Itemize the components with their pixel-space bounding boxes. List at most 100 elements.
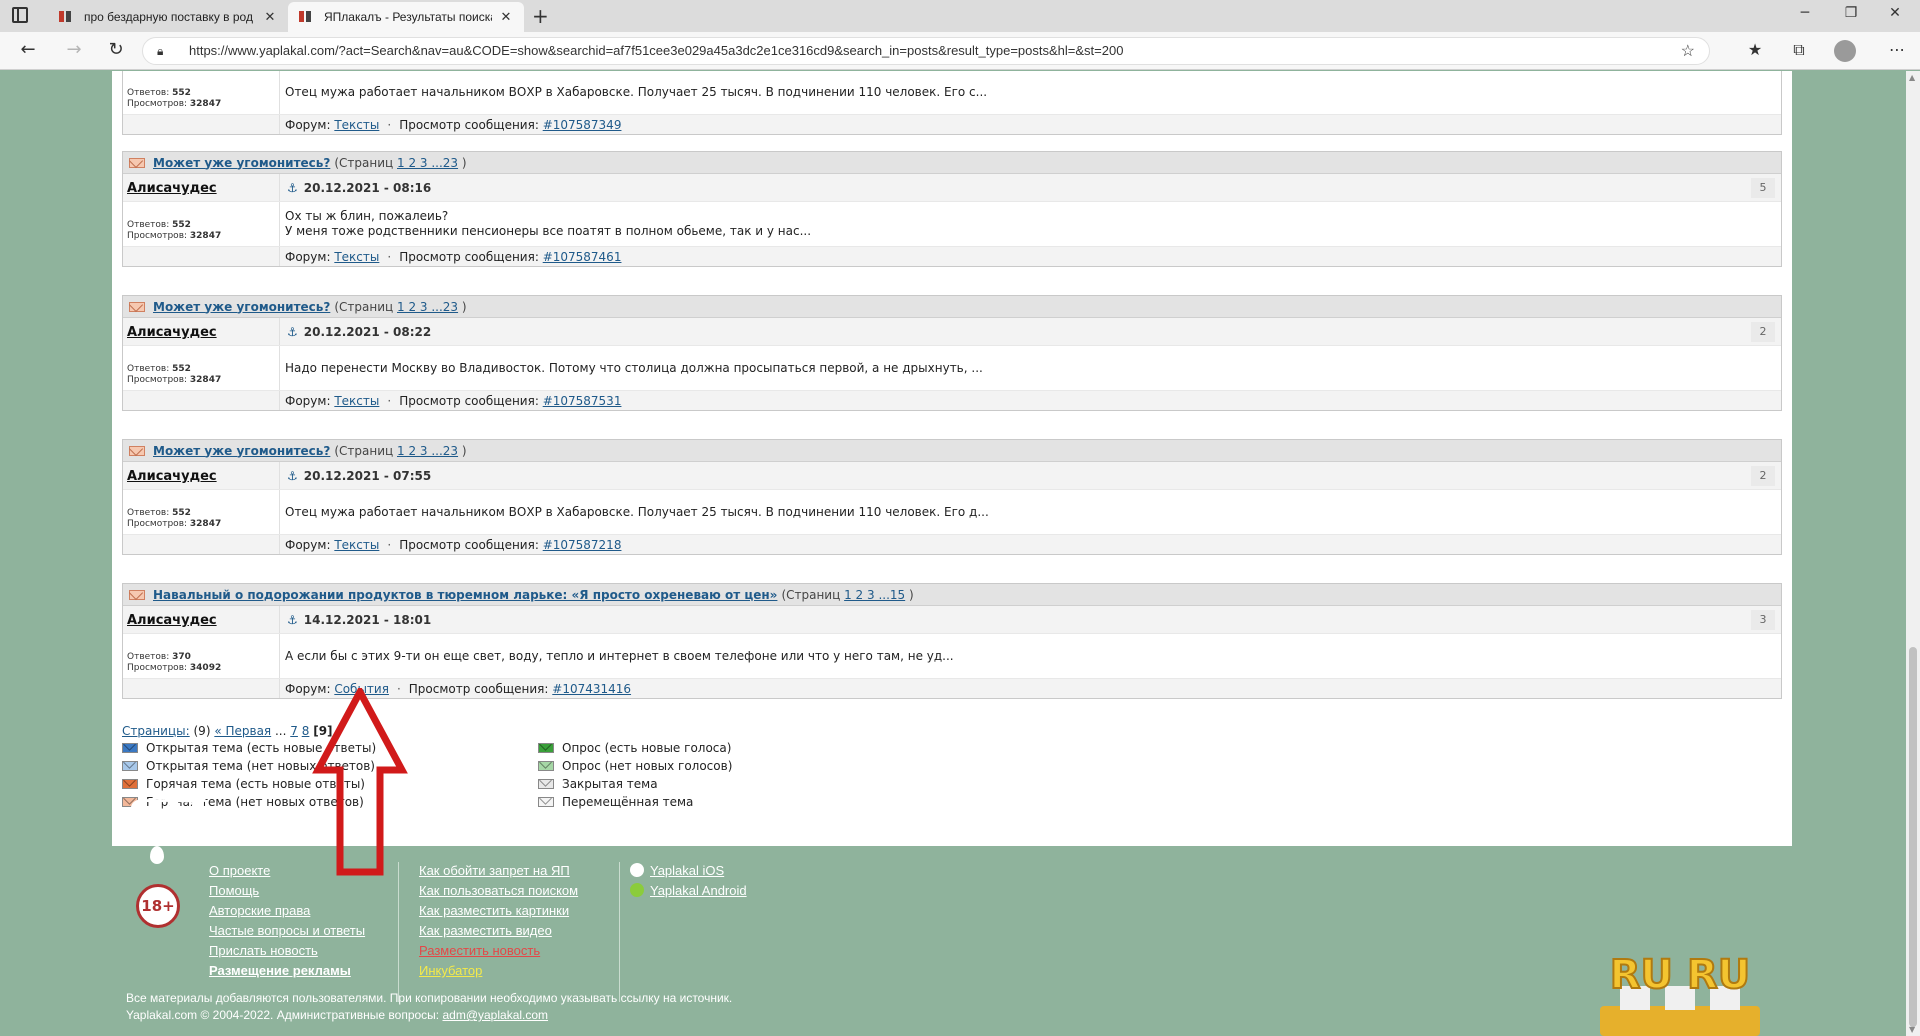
collections-icon[interactable]: ⧉ (1786, 40, 1812, 60)
lock-icon[interactable]: 🔒︎ (157, 44, 163, 59)
tab-bar: про бездарную поставку в род ✕ ЯПлакалъ … (0, 0, 1920, 32)
address-bar[interactable]: 🔒︎ https://www.yaplakal.com/?act=Search&… (142, 37, 1710, 65)
topic-pages-link[interactable]: 1 2 3 ...23 (397, 156, 458, 170)
scroll-up-icon[interactable]: ▲ (1909, 73, 1915, 82)
ruru-logo[interactable]: RU RU (1590, 930, 1770, 1036)
hot-topic-icon (129, 445, 145, 456)
footer-link[interactable]: Помощь (209, 881, 365, 901)
android-app-link[interactable]: Yaplakal Android (630, 881, 747, 901)
page-7-link[interactable]: 7 (290, 724, 298, 738)
post-number: 5 (1751, 178, 1775, 198)
anchor-icon[interactable]: ⚓︎ (287, 181, 298, 195)
back-icon[interactable]: ← (16, 40, 40, 60)
age-18-badge: 18+ (136, 884, 180, 928)
new-tab-button[interactable]: + (532, 4, 549, 28)
footer-link[interactable]: Как разместить видео (419, 921, 578, 941)
footer-col-help: Как обойти запрет на ЯП Как пользоваться… (419, 861, 578, 981)
first-page-link[interactable]: « Первая (214, 724, 271, 738)
anchor-icon[interactable]: ⚓︎ (287, 325, 298, 339)
refresh-icon[interactable]: ↻ (104, 40, 128, 60)
topic-pages-link[interactable]: 1 2 3 ...23 (397, 444, 458, 458)
close-window-icon[interactable]: ✕ (1880, 5, 1910, 21)
close-tab-icon[interactable]: ✕ (262, 9, 278, 25)
url-text[interactable]: https://www.yaplakal.com/?act=Search&nav… (189, 43, 1123, 58)
anchor-icon[interactable]: ⚓︎ (287, 613, 298, 627)
post-header-row: Алисачудес ⚓︎ 14.12.2021 - 18:01 3 (123, 606, 1781, 634)
vertical-scrollbar[interactable]: ▲ ▼ (1906, 71, 1920, 1036)
post-body-row: Ответов: 552 Просмотров: 32847 Отец мужа… (123, 71, 1781, 114)
footer-link[interactable]: Как обойти запрет на ЯП (419, 861, 578, 881)
message-link[interactable]: #107587349 (543, 118, 622, 132)
author-stats: Ответов: 552 Просмотров: 32847 (127, 508, 222, 529)
forum-link[interactable]: Тексты (334, 118, 379, 132)
close-tab-icon[interactable]: ✕ (498, 9, 514, 25)
message-link[interactable]: #107431416 (552, 682, 631, 696)
post-topic-row: Может уже угомонитесь? (Страниц 1 2 3 ..… (123, 440, 1781, 462)
post-card: Навальный о подорожании продуктов в тюре… (122, 583, 1782, 699)
forward-icon[interactable]: → (62, 40, 86, 60)
footer-link[interactable]: Прислать новость (209, 941, 365, 961)
footer-link[interactable]: Авторские права (209, 901, 365, 921)
footer-link[interactable]: О проекте (209, 861, 365, 881)
topic-link[interactable]: Может уже угомонитесь? (153, 156, 330, 170)
pages-label[interactable]: Страницы: (122, 724, 190, 738)
post-body-row: Ответов: 552 Просмотров: 32847 Отец мужа… (123, 490, 1781, 534)
topic-link[interactable]: Может уже угомонитесь? (153, 300, 330, 314)
workspaces-icon[interactable] (12, 7, 28, 23)
tab-title: про бездарную поставку в род (84, 10, 253, 24)
add-favorite-icon[interactable]: ☆ (1681, 41, 1695, 61)
forum-link[interactable]: Тексты (334, 394, 379, 408)
message-link[interactable]: #107587531 (543, 394, 622, 408)
hot-topic-icon (129, 301, 145, 312)
post-card: Может уже угомонитесь? (Страниц 1 2 3 ..… (122, 151, 1782, 267)
scroll-thumb[interactable] (1909, 647, 1917, 1027)
footer-link[interactable]: Частые вопросы и ответы (209, 921, 365, 941)
post-topic-row: Навальный о подорожании продуктов в тюре… (123, 584, 1781, 606)
pagination: Страницы: (9) « Первая ... 7 8 [9] (122, 724, 333, 738)
tab-title: ЯПлакалъ - Результаты поиска (324, 10, 492, 24)
post-card: Может уже угомонитесь? (Страниц 1 2 3 ..… (122, 439, 1782, 555)
post-number: 2 (1751, 322, 1775, 342)
post-card: Ответов: 552 Просмотров: 32847 Отец мужа… (122, 71, 1782, 135)
scroll-down-icon[interactable]: ▼ (1909, 1025, 1915, 1034)
post-header-row: Алисачудес ⚓︎ 20.12.2021 - 08:16 5 (123, 174, 1781, 202)
post-card: Может уже угомонитесь? (Страниц 1 2 3 ..… (122, 295, 1782, 411)
author-stats: Ответов: 552 Просмотров: 32847 (127, 220, 222, 241)
author-link[interactable]: Алисачудес (127, 181, 217, 196)
author-link[interactable]: Алисачудес (127, 469, 217, 484)
footer-link[interactable]: Размещение рекламы (209, 961, 365, 981)
admin-email-link[interactable]: adm@yaplakal.com (442, 1008, 548, 1022)
ios-app-link[interactable]: Yaplakal iOS (630, 861, 747, 881)
favorites-icon[interactable]: ★ (1742, 40, 1768, 59)
closed-topic-icon (538, 779, 554, 789)
message-link[interactable]: #107587218 (543, 538, 622, 552)
minimize-icon[interactable]: ─ (1790, 5, 1820, 21)
forum-link[interactable]: Тексты (334, 538, 379, 552)
forum-link[interactable]: Тексты (334, 250, 379, 264)
topic-link[interactable]: Навальный о подорожании продуктов в тюре… (153, 588, 777, 602)
menu-icon[interactable]: ⋯ (1884, 40, 1910, 59)
message-link[interactable]: #107587461 (543, 250, 622, 264)
author-link[interactable]: Алисачудес (127, 613, 217, 628)
topic-pages-link[interactable]: 1 2 3 ...15 (844, 588, 905, 602)
tab-previous[interactable]: про бездарную поставку в род ✕ (48, 2, 288, 32)
author-link[interactable]: Алисачудес (127, 325, 217, 340)
incubator-link[interactable]: Инкубатор (419, 961, 578, 981)
pages-count: (9) (193, 724, 211, 738)
profile-avatar[interactable] (1834, 40, 1856, 62)
hot-new-icon (122, 779, 138, 789)
page-8-link[interactable]: 8 (302, 724, 310, 738)
restore-icon[interactable]: ❐ (1836, 5, 1866, 21)
topic-pages-link[interactable]: 1 2 3 ...23 (397, 300, 458, 314)
footer-link[interactable]: Как пользоваться поиском (419, 881, 578, 901)
yaplakal-logo[interactable]: ЯП (126, 790, 208, 846)
post-date: ⚓︎ 20.12.2021 - 07:55 (287, 469, 432, 483)
tab-active[interactable]: ЯПлакалъ - Результаты поиска ✕ (288, 2, 524, 32)
yaplakal-favicon-icon (298, 9, 314, 25)
poll-nonew-icon (538, 761, 554, 771)
anchor-icon[interactable]: ⚓︎ (287, 469, 298, 483)
post-text: Отец мужа работает начальником ВОХР в Ха… (285, 504, 989, 519)
post-news-link[interactable]: Разместить новость (419, 941, 578, 961)
topic-link[interactable]: Может уже угомонитесь? (153, 444, 330, 458)
footer-link[interactable]: Как разместить картинки (419, 901, 578, 921)
